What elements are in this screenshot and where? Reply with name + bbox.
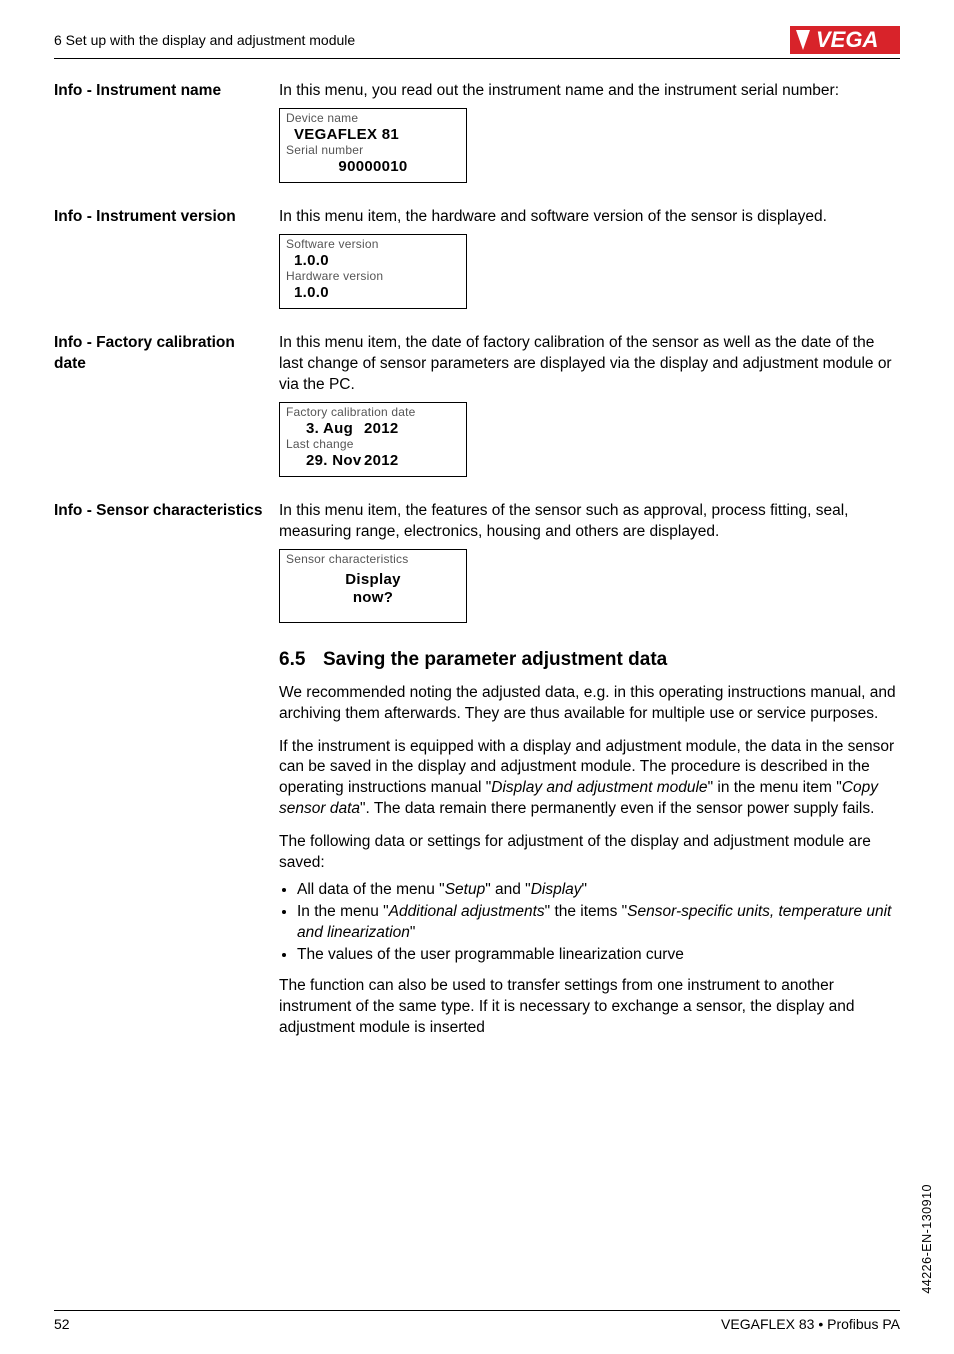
section-number: 6.5 [279, 647, 323, 673]
lcd-value: 29. Nov [294, 452, 364, 471]
lcd-value: 90000010 [286, 158, 460, 177]
lcd-label: Serial number [286, 144, 460, 158]
header-section-title: 6 Set up with the display and adjustment… [54, 31, 355, 50]
lcd-label: Factory calibration date [286, 406, 460, 420]
page-footer: 52 VEGAFLEX 83 • Profibus PA [54, 1310, 900, 1334]
section-heading: 6.5Saving the parameter adjustment data [279, 647, 900, 673]
svg-text:VEGA: VEGA [816, 27, 878, 52]
lcd-label: Last change [286, 438, 460, 452]
section-paragraph: In this menu item, the date of factory c… [279, 333, 900, 396]
lcd-value: Display [286, 571, 460, 590]
list-item: All data of the menu "Setup" and "Displa… [297, 880, 900, 901]
section-label: Info - Factory calibration date [54, 333, 279, 375]
list-item: The values of the user programmable line… [297, 945, 900, 966]
lcd-value: 1.0.0 [286, 252, 460, 271]
lcd-versions: Software version 1.0.0 Hardware version … [279, 234, 467, 309]
lcd-label: Software version [286, 238, 460, 252]
section-instrument-version: Info - Instrument version In this menu i… [54, 207, 900, 309]
paragraph: The following data or settings for adjus… [279, 832, 900, 874]
product-name: VEGAFLEX 83 • Profibus PA [721, 1315, 900, 1334]
lcd-sensor-characteristics: Sensor characteristics Display now? [279, 549, 467, 623]
paragraph: If the instrument is equipped with a dis… [279, 737, 900, 821]
lcd-label: Device name [286, 112, 460, 126]
lcd-value: 2012 [364, 420, 399, 439]
section-label: Info - Instrument version [54, 207, 279, 228]
section-title: Saving the parameter adjustment data [323, 649, 667, 670]
page-number: 52 [54, 1315, 70, 1334]
section-paragraph: In this menu, you read out the instrumen… [279, 81, 900, 102]
lcd-calibration-date: Factory calibration date 3. Aug 2012 Las… [279, 402, 467, 477]
page-header: 6 Set up with the display and adjustment… [54, 26, 900, 59]
lcd-value: VEGAFLEX 81 [286, 126, 460, 145]
list-item: In the menu "Additional adjustments" the… [297, 902, 900, 944]
section-paragraph: In this menu item, the features of the s… [279, 501, 900, 543]
lcd-label: Sensor characteristics [286, 553, 460, 567]
lcd-value: 2012 [364, 452, 399, 471]
section-saving-data: 6.5Saving the parameter adjustment data … [279, 647, 900, 1038]
lcd-value: now? [286, 589, 460, 608]
section-factory-calibration: Info - Factory calibration date In this … [54, 333, 900, 477]
document-id: 44226-EN-130910 [919, 1184, 936, 1294]
bullet-list: All data of the menu "Setup" and "Displa… [279, 880, 900, 966]
lcd-device-name: Device name VEGAFLEX 81 Serial number 90… [279, 108, 467, 183]
paragraph: The function can also be used to transfe… [279, 976, 900, 1039]
section-sensor-characteristics: Info - Sensor characteristics In this me… [54, 501, 900, 623]
lcd-label: Hardware version [286, 270, 460, 284]
paragraph: We recommended noting the adjusted data,… [279, 683, 900, 725]
lcd-value: 1.0.0 [286, 284, 460, 303]
section-paragraph: In this menu item, the hardware and soft… [279, 207, 900, 228]
section-label: Info - Sensor characteristics [54, 501, 279, 522]
section-instrument-name: Info - Instrument name In this menu, you… [54, 81, 900, 183]
lcd-value: 3. Aug [294, 420, 364, 439]
section-label: Info - Instrument name [54, 81, 279, 102]
vega-logo: VEGA [790, 26, 900, 54]
